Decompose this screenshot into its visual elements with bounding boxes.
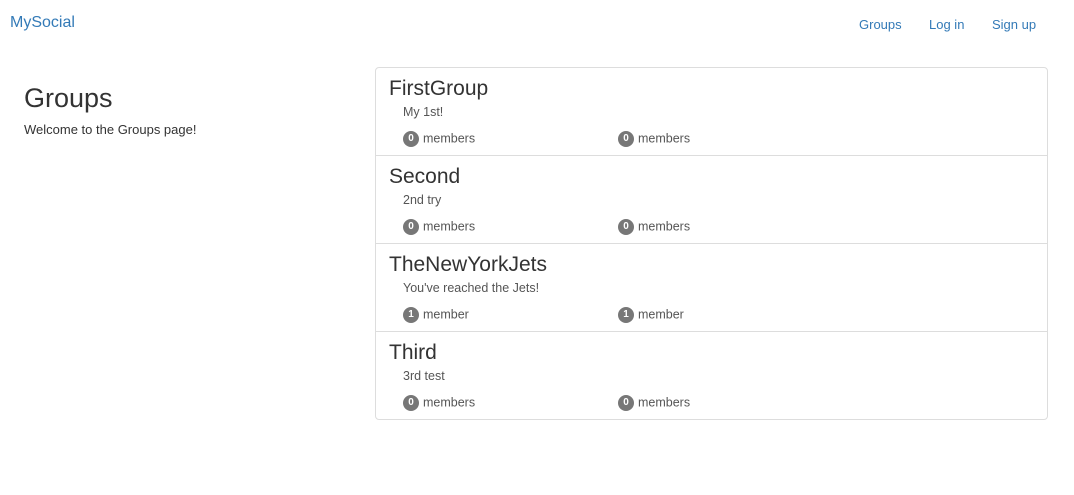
- nav-link-signup[interactable]: Sign up: [992, 17, 1036, 32]
- sidebar: Groups Welcome to the Groups page!: [24, 82, 354, 137]
- count-badge: 0: [403, 218, 419, 235]
- count-badge: 0: [403, 130, 419, 147]
- group-description: 2nd try: [403, 193, 442, 207]
- group-stat: 1 member: [403, 306, 469, 323]
- count-badge: 0: [618, 218, 634, 235]
- group-item-second[interactable]: Second 2nd try 0 members 0 members: [376, 156, 1047, 244]
- group-item-third[interactable]: Third 3rd test 0 members 0 members: [376, 332, 1047, 419]
- group-description: You've reached the Jets!: [403, 281, 540, 295]
- group-stat: 0 members: [618, 130, 690, 147]
- count-badge: 0: [403, 394, 419, 411]
- stat-label: members: [638, 219, 691, 234]
- group-stat: 1 member: [618, 306, 684, 323]
- group-stat: 0 members: [403, 218, 475, 235]
- brand-link[interactable]: MySocial: [10, 14, 75, 32]
- nav-links: Groups Log in Sign up: [814, 17, 1074, 37]
- group-stat: 0 members: [618, 218, 690, 235]
- welcome-text: Welcome to the Groups page!: [24, 122, 197, 137]
- stat-label: members: [423, 131, 476, 146]
- group-list: FirstGroup My 1st! 0 members 0 members Sec…: [375, 67, 1048, 420]
- nav-link-groups[interactable]: Groups: [859, 17, 902, 32]
- group-name: FirstGroup: [389, 77, 489, 100]
- stat-label: members: [638, 395, 691, 410]
- count-badge: 1: [403, 306, 419, 323]
- count-badge: 0: [618, 394, 634, 411]
- page-title: Groups: [24, 83, 113, 113]
- count-badge: 1: [618, 306, 634, 323]
- stat-label: members: [638, 131, 691, 146]
- count-badge: 0: [618, 130, 634, 147]
- stat-label: members: [423, 395, 476, 410]
- group-name: Second: [389, 165, 461, 188]
- stat-label: members: [423, 219, 476, 234]
- nav-link-login[interactable]: Log in: [929, 17, 964, 32]
- stat-label: member: [638, 307, 684, 322]
- group-stat: 0 members: [618, 394, 690, 411]
- stat-label: member: [423, 307, 469, 322]
- group-stat: 0 members: [403, 394, 475, 411]
- group-item-firstgroup[interactable]: FirstGroup My 1st! 0 members 0 members: [376, 68, 1047, 156]
- group-item-thenewyorkjets[interactable]: TheNewYorkJets You've reached the Jets! …: [376, 244, 1047, 332]
- group-name: Third: [389, 341, 437, 364]
- group-description: My 1st!: [403, 105, 444, 119]
- group-description: 3rd test: [403, 369, 445, 383]
- navbar: MySocial Groups Log in Sign up: [0, 0, 1074, 50]
- group-name: TheNewYorkJets: [389, 253, 547, 276]
- group-stat: 0 members: [403, 130, 475, 147]
